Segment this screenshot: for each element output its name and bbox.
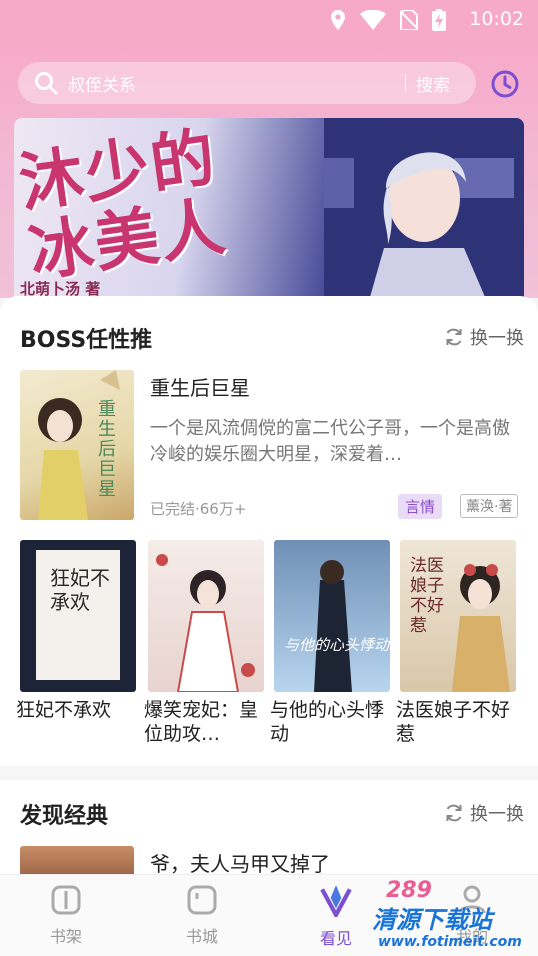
refresh-button[interactable]: 换一换	[444, 324, 524, 350]
tab-label: 看见	[319, 929, 352, 948]
section-title: BOSS任性推	[20, 328, 153, 353]
promo-banner[interactable]: 沐少的 冰美人 北萌卜汤 著	[14, 118, 524, 318]
battery-charging-icon	[432, 9, 446, 31]
watermark-brand: 清源下载站	[372, 906, 492, 934]
status-icons	[330, 9, 446, 31]
cover-title: 与他的心头悸动	[284, 636, 390, 654]
featured-book[interactable]: 重生后巨星 重生后巨星 一个是风流倜傥的富二代公子哥，一个是高傲冷峻的娱乐圈大明…	[20, 370, 524, 520]
book-title[interactable]: 爷，夫人马甲又掉了	[150, 848, 330, 877]
cover-art	[314, 560, 352, 692]
cover-title: 狂妃不承欢	[50, 566, 110, 614]
section-title: 发现经典	[20, 804, 109, 829]
header: 叔侄关系 搜索 沐少的 冰美人 北萌卜汤 著	[0, 38, 538, 318]
search-divider	[405, 74, 406, 92]
cover-title: 重生后巨星	[98, 399, 116, 500]
search-bar[interactable]: 叔侄关系 搜索	[18, 62, 476, 104]
book-cover[interactable]: 重生后巨星	[20, 370, 134, 520]
book-cover[interactable]: 法医娘子不好惹	[400, 540, 516, 692]
book-cover[interactable]	[148, 540, 264, 692]
cover-art	[156, 554, 255, 692]
boss-section-header: BOSS任性推 换一换	[20, 322, 524, 353]
refresh-button[interactable]: 换一换	[444, 800, 524, 826]
banner-title: 沐少的 冰美人	[15, 120, 231, 291]
boss-recommend-section: BOSS任性推 换一换 重生后巨星 重生后巨星 一个是风流倜傥的富二代公子哥，一…	[0, 296, 538, 766]
bookstore-icon	[187, 885, 217, 915]
site-watermark: 289 清源下载站 www.fotimeit.com	[366, 878, 536, 956]
book-title[interactable]: 与他的心头悸动	[270, 698, 392, 746]
tab-bookshelf[interactable]: 书架	[26, 883, 106, 947]
book-cover[interactable]: 狂妃不承欢	[20, 540, 136, 692]
cover-title: 法医娘子不好惹	[410, 556, 444, 636]
tab-label: 书城	[185, 927, 218, 946]
status-time: 10:02	[469, 8, 524, 30]
discover-icon	[320, 885, 352, 920]
book-title[interactable]: 狂妃不承欢	[16, 698, 138, 722]
refresh-icon	[446, 804, 462, 822]
book-description: 一个是风流倜傥的富二代公子哥，一个是高傲冷峻的娱乐圈大明星，深爱着…	[150, 418, 510, 465]
book-title[interactable]: 重生后巨星	[150, 372, 250, 401]
refresh-label: 换一换	[470, 328, 524, 349]
book-title[interactable]: 法医娘子不好惹	[396, 698, 518, 746]
clock-icon[interactable]	[490, 69, 520, 99]
classic-section: 发现经典 换一换 爷，夫人马甲又掉了	[0, 780, 538, 886]
book-item[interactable]: 狂妃不承欢 狂妃不承欢	[16, 540, 136, 722]
search-input[interactable]: 叔侄关系	[68, 71, 405, 96]
book-meta: 已完结·66万+	[150, 500, 247, 518]
refresh-label: 换一换	[470, 804, 524, 825]
status-bar: 10:02	[0, 0, 538, 38]
book-cover[interactable]: 与他的心头悸动	[274, 540, 390, 692]
tab-label: 书架	[49, 927, 82, 946]
book-item[interactable]: 爆笑宠妃：皇位助攻…	[144, 540, 264, 746]
no-sim-icon	[400, 10, 418, 30]
genre-tag[interactable]: 言情	[398, 494, 443, 519]
book-item[interactable]: 与他的心头悸动 与他的心头悸动	[270, 540, 390, 746]
banner-character-art	[324, 118, 524, 318]
watermark-url: www.fotimeit.com	[378, 934, 522, 950]
wifi-icon	[360, 10, 386, 30]
book-grid: 狂妃不承欢 狂妃不承欢 爆笑宠妃：皇位助攻… 与他的心头悸动 与他的心头悸动 法…	[16, 540, 526, 750]
book-title[interactable]: 爆笑宠妃：皇位助攻…	[144, 698, 266, 746]
search-icon	[35, 72, 58, 95]
classic-section-header: 发现经典 换一换	[20, 798, 524, 829]
location-icon	[331, 10, 345, 30]
refresh-icon	[446, 328, 462, 346]
bookshelf-icon	[51, 885, 81, 915]
author-tag: 薰涣·著	[460, 494, 519, 518]
book-item[interactable]: 法医娘子不好惹 法医娘子不好惹	[396, 540, 516, 746]
tab-discover[interactable]: 看见	[296, 883, 376, 949]
tab-bookstore[interactable]: 书城	[162, 883, 242, 947]
search-button[interactable]: 搜索	[416, 71, 450, 96]
